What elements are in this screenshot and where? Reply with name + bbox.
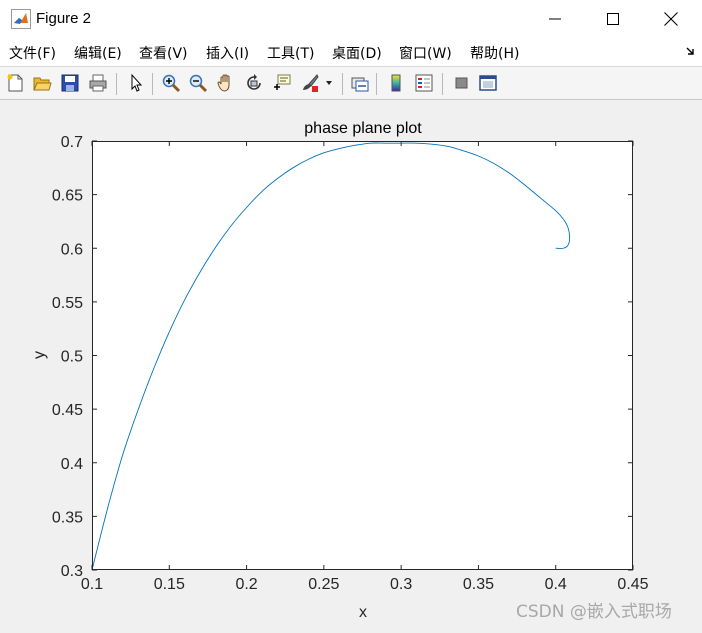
y-tick-label: 0.5 [61, 349, 83, 366]
hide-plot-tools-icon [455, 77, 468, 89]
maximize-icon [607, 13, 619, 25]
data-cursor-button[interactable] [270, 71, 294, 95]
zoom-in-icon [162, 74, 181, 93]
new-figure-icon [7, 74, 23, 92]
y-tick-label: 0.6 [61, 241, 83, 258]
x-tick-label: 0.25 [308, 576, 339, 593]
toolbar-separator [152, 73, 153, 95]
zoom-out-icon [189, 74, 208, 93]
menu-desktop[interactable]: 桌面(D) [332, 43, 382, 63]
menu-edit[interactable]: 编辑(E) [74, 43, 122, 63]
edit-plot-button[interactable] [124, 71, 148, 95]
data-cursor-icon [274, 74, 291, 90]
y-tick-label: 0.4 [61, 456, 83, 473]
zoom-in-button[interactable] [159, 71, 183, 95]
y-axis-label: y [31, 351, 48, 359]
x-tick-label: 0.35 [463, 576, 494, 593]
brush-icon [303, 74, 319, 92]
x-tick-label: 0.3 [390, 576, 412, 593]
link-plot-icon [351, 77, 369, 92]
pan-hand-icon [217, 74, 230, 92]
pan-button[interactable] [214, 71, 238, 95]
menu-bar: 文件(F) 编辑(E) 查看(V) 插入(I) 工具(T) 桌面(D) 窗口(W… [0, 38, 702, 66]
minimize-icon [549, 18, 561, 20]
y-tick-label: 0.65 [52, 188, 83, 205]
matlab-logo-icon [11, 9, 31, 29]
y-tick-label: 0.55 [52, 295, 83, 312]
axes-background[interactable] [92, 141, 633, 570]
print-button[interactable] [86, 71, 110, 95]
brush-button[interactable] [298, 71, 322, 95]
open-file-button[interactable] [30, 71, 54, 95]
x-tick-label: 0.45 [617, 576, 648, 593]
y-tick-label: 0.35 [52, 509, 83, 526]
window-title: Figure 2 [36, 10, 92, 27]
brush-dropdown-button[interactable] [322, 71, 336, 95]
dock-arrow-icon[interactable] [686, 46, 696, 56]
hide-plot-tools-button[interactable] [449, 71, 473, 95]
insert-colorbar-button[interactable] [384, 71, 408, 95]
link-plot-button[interactable] [348, 71, 372, 95]
close-icon [664, 12, 678, 26]
colorbar-icon [391, 74, 401, 92]
save-button[interactable] [58, 71, 82, 95]
x-tick-label: 0.1 [81, 576, 103, 593]
toolbar-separator [442, 73, 443, 95]
show-plot-tools-icon [479, 75, 497, 91]
menu-help[interactable]: 帮助(H) [470, 43, 519, 63]
toolbar-separator [376, 73, 377, 95]
legend-icon [415, 74, 433, 92]
window-titlebar: Figure 2 [0, 0, 702, 38]
zoom-out-button[interactable] [186, 71, 210, 95]
edit-plot-cursor-icon [131, 73, 143, 92]
open-file-icon [33, 77, 52, 91]
save-icon [61, 74, 79, 92]
brush-dropdown-icon [326, 81, 332, 85]
figure-canvas: 0.1 0.15 0.2 0.25 0.3 0.35 0.4 0.45 0.3 0.35 0.4 0… [0, 100, 702, 628]
y-tick-label: 0.7 [61, 134, 83, 151]
chart-title: phase plane plot [304, 120, 422, 137]
toolbar-separator [342, 73, 343, 95]
menu-window[interactable]: 窗口(W) [399, 43, 452, 63]
watermark: CSDN @嵌入式职场 [516, 602, 672, 622]
plot-svg: 0.1 0.15 0.2 0.25 0.3 0.35 0.4 0.45 0.3 0.35 0.4 0… [31, 120, 649, 621]
x-tick-label: 0.2 [235, 576, 257, 593]
menu-view[interactable]: 查看(V) [139, 43, 188, 63]
close-button[interactable] [642, 0, 700, 38]
maximize-button[interactable] [584, 0, 642, 38]
minimize-button[interactable] [526, 0, 584, 38]
rotate-3d-icon [247, 74, 261, 90]
print-icon [89, 74, 107, 92]
y-tick-label: 0.45 [52, 402, 83, 419]
x-tick-label: 0.15 [154, 576, 185, 593]
new-figure-button[interactable] [3, 71, 27, 95]
x-tick-label: 0.4 [545, 576, 567, 593]
menu-tools[interactable]: 工具(T) [267, 43, 314, 63]
y-tick-label: 0.3 [61, 563, 83, 580]
show-plot-tools-button[interactable] [476, 71, 500, 95]
x-axis-label: x [359, 604, 367, 621]
figure-toolbar [0, 66, 702, 100]
toolbar-separator [116, 73, 117, 95]
menu-file[interactable]: 文件(F) [9, 43, 56, 63]
menu-insert[interactable]: 插入(I) [206, 43, 249, 63]
insert-legend-button[interactable] [412, 71, 436, 95]
rotate-3d-button[interactable] [242, 71, 266, 95]
